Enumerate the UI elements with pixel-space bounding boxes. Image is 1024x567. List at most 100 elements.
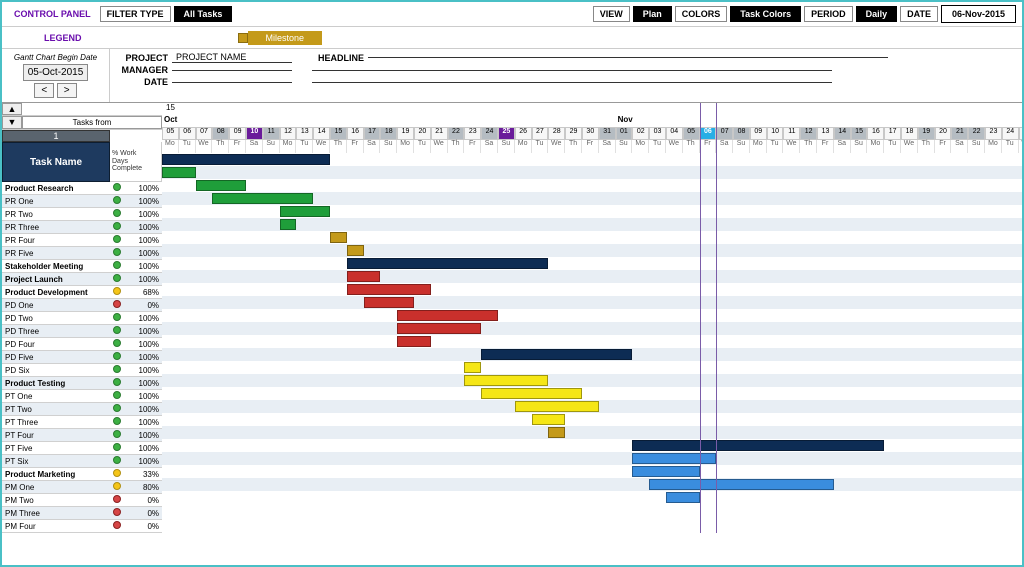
day-cell[interactable]: 03 [649,127,666,140]
gantt-bar[interactable] [280,219,297,230]
gantt-bar[interactable] [515,401,599,412]
day-cell[interactable]: 01 [616,127,633,140]
gantt-bar[interactable] [364,297,414,308]
day-cell[interactable]: 09 [750,127,767,140]
day-cell[interactable]: 13 [296,127,313,140]
day-cell[interactable]: 04 [666,127,683,140]
day-cell[interactable]: 11 [783,127,800,140]
day-cell[interactable]: 21 [951,127,968,140]
task-row[interactable]: PR Five100% [2,247,162,260]
gantt-bar[interactable] [548,427,565,438]
task-row[interactable]: Product Development68% [2,286,162,299]
day-cell[interactable]: 07 [196,127,213,140]
gantt-bar[interactable] [347,284,431,295]
prev-day-button[interactable]: < [34,83,54,98]
day-cell[interactable]: 14 [834,127,851,140]
day-cell[interactable]: 19 [918,127,935,140]
task-row[interactable]: PT Six100% [2,455,162,468]
collapse-down-button[interactable]: ▼ [2,116,22,129]
gantt-bar[interactable] [632,466,699,477]
day-cell[interactable]: 30 [582,127,599,140]
next-day-button[interactable]: > [57,83,77,98]
headline-input[interactable] [368,57,888,58]
day-cell[interactable]: 05 [683,127,700,140]
task-row[interactable]: Project Launch100% [2,273,162,286]
day-cell[interactable]: 28 [548,127,565,140]
task-row[interactable]: Product Research100% [2,182,162,195]
task-row[interactable]: PT Four100% [2,429,162,442]
day-cell[interactable]: 09 [229,127,246,140]
gantt-bar[interactable] [280,206,330,217]
day-cell[interactable]: 23 [464,127,481,140]
date-input[interactable]: 06-Nov-2015 [941,5,1016,23]
task-row[interactable]: PR One100% [2,195,162,208]
meta-date-input[interactable] [172,82,292,83]
task-row[interactable]: PD One0% [2,299,162,312]
task-row[interactable]: PT Three100% [2,416,162,429]
gantt-bar[interactable] [347,271,381,282]
day-cell[interactable]: 20 [414,127,431,140]
tasks-from-value[interactable]: 1 [2,130,110,142]
day-cell[interactable]: 12 [280,127,297,140]
gantt-bar[interactable] [632,440,884,451]
gantt-bar[interactable] [632,453,716,464]
gantt-bar[interactable] [397,336,431,347]
task-row[interactable]: PD Five100% [2,351,162,364]
gantt-bar[interactable] [649,479,834,490]
task-row[interactable]: Product Marketing33% [2,468,162,481]
day-cell[interactable]: 17 [364,127,381,140]
gantt-bar[interactable] [347,258,549,269]
day-cell[interactable]: 17 [884,127,901,140]
gantt-bar[interactable] [481,388,582,399]
gantt-bar[interactable] [666,492,700,503]
day-cell[interactable]: 23 [985,127,1002,140]
day-cell[interactable]: 12 [800,127,817,140]
gantt-bar[interactable] [481,349,632,360]
task-row[interactable]: PM One80% [2,481,162,494]
day-cell[interactable]: 14 [313,127,330,140]
gantt-bar[interactable] [196,180,246,191]
day-cell[interactable]: 06 [700,127,717,140]
day-cell[interactable]: 27 [532,127,549,140]
gantt-bar[interactable] [162,167,196,178]
headline-line-3[interactable] [312,82,832,83]
day-cell[interactable]: 07 [716,127,733,140]
manager-input[interactable] [172,70,292,71]
gantt-bar[interactable] [347,245,364,256]
gantt-bar[interactable] [212,193,313,204]
task-row[interactable]: PT Two100% [2,403,162,416]
day-cell[interactable]: 13 [817,127,834,140]
task-row[interactable]: PD Three100% [2,325,162,338]
day-cell[interactable]: 26 [515,127,532,140]
day-cell[interactable]: 29 [565,127,582,140]
task-row[interactable]: PT Five100% [2,442,162,455]
day-cell[interactable]: 18 [380,127,397,140]
gantt-bar[interactable] [330,232,347,243]
day-cell[interactable]: 05 [162,127,179,140]
filter-type-select[interactable]: All Tasks [174,6,233,22]
day-cell[interactable]: 06 [179,127,196,140]
gantt-bar[interactable] [397,310,498,321]
gantt-bar[interactable] [464,375,548,386]
day-cell[interactable]: 25 [498,127,515,140]
day-cell[interactable]: 08 [212,127,229,140]
task-row[interactable]: PD Four100% [2,338,162,351]
day-cell[interactable]: 31 [599,127,616,140]
task-row[interactable]: PR Four100% [2,234,162,247]
colors-select[interactable]: Task Colors [730,6,801,22]
day-cell[interactable]: 22 [448,127,465,140]
day-cell[interactable]: 18 [901,127,918,140]
day-cell[interactable]: 16 [347,127,364,140]
day-cell[interactable]: 20 [935,127,952,140]
day-cell[interactable]: 25 [1019,127,1024,140]
task-row[interactable]: PR Three100% [2,221,162,234]
day-cell[interactable]: 15 [851,127,868,140]
task-row[interactable]: Stakeholder Meeting100% [2,260,162,273]
task-row[interactable]: PD Six100% [2,364,162,377]
project-input[interactable]: PROJECT NAME [172,52,292,63]
gantt-bar[interactable] [532,414,566,425]
day-cell[interactable]: 19 [397,127,414,140]
day-cell[interactable]: 15 [330,127,347,140]
task-row[interactable]: PM Four0% [2,520,162,533]
task-row[interactable]: PM Two0% [2,494,162,507]
